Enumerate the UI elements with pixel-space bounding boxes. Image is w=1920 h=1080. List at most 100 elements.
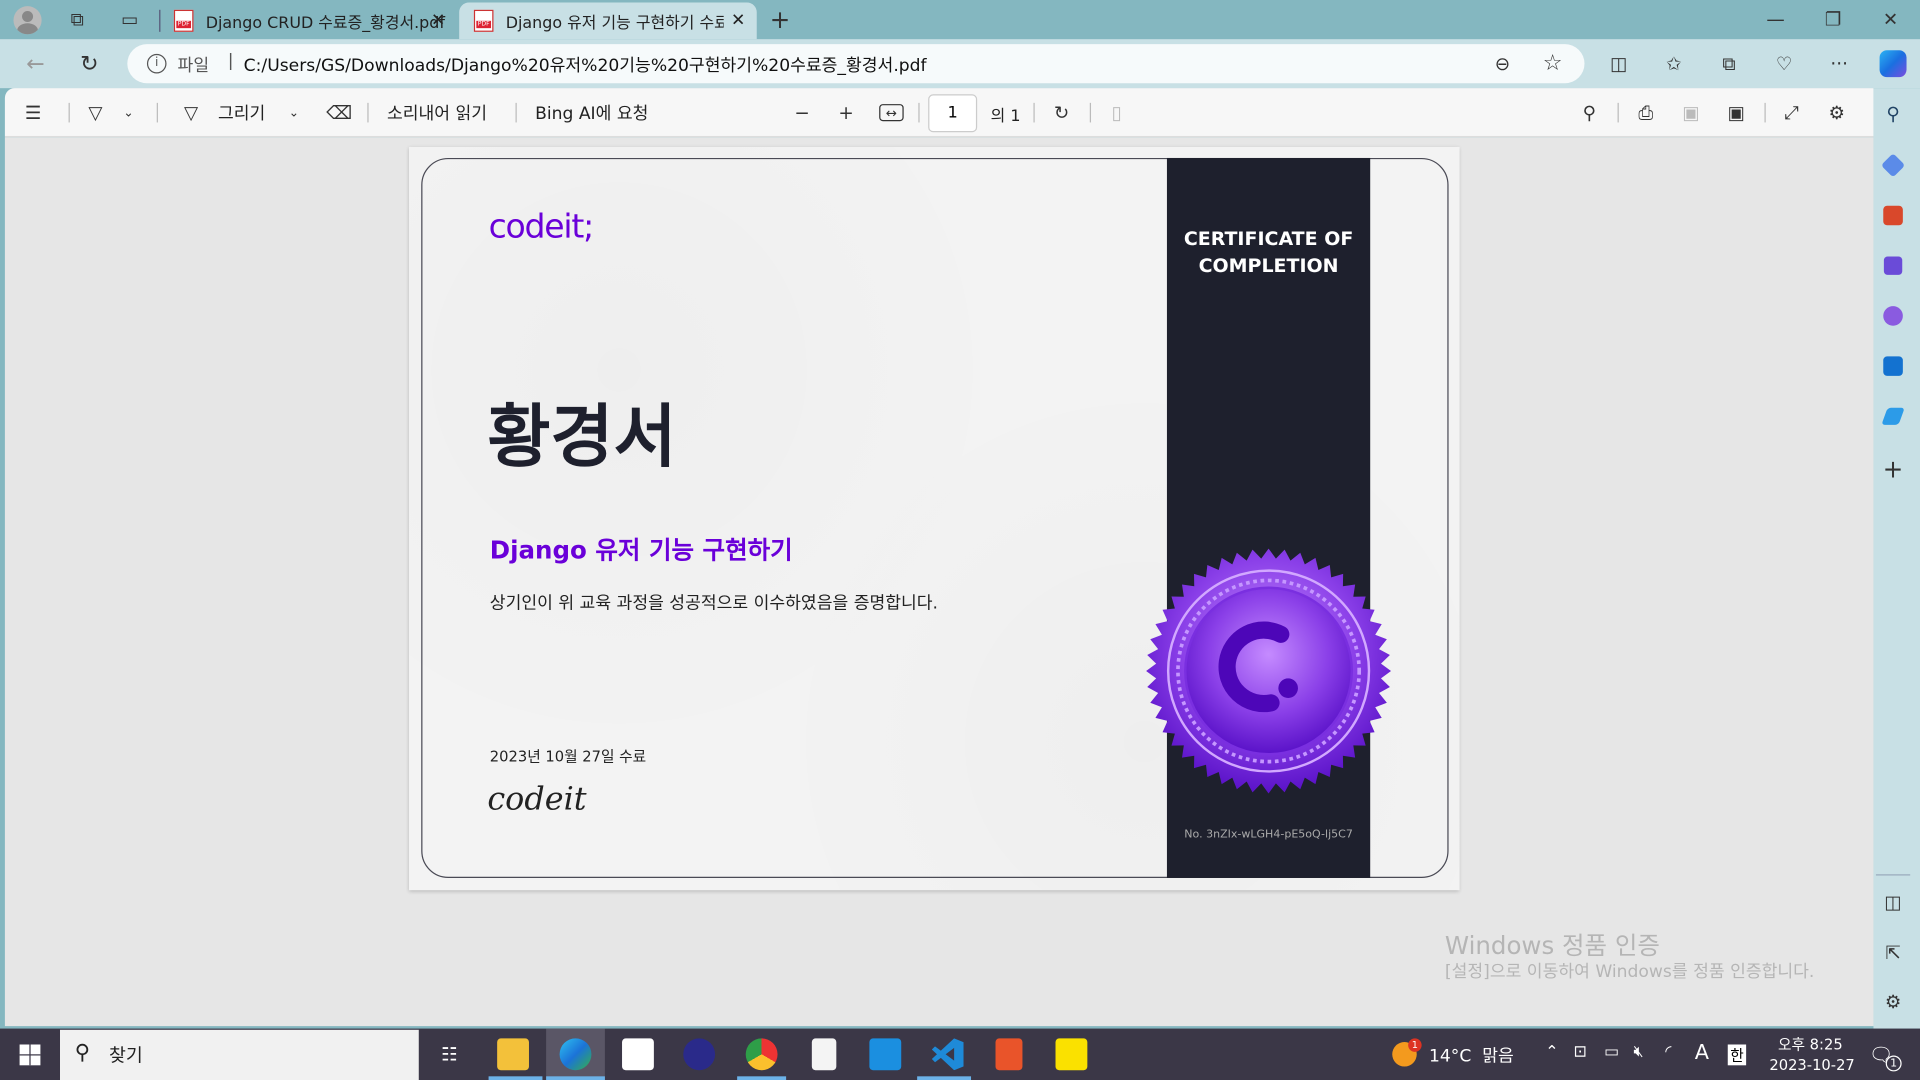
active-indicator [546,1076,605,1080]
volume-muted-icon[interactable]: 🔇︎ [1633,1043,1643,1061]
contents-icon[interactable]: ☰ [21,100,45,124]
page-total-label: 의 1 [990,107,1021,127]
activation-watermark-subtitle: [설정]으로 이동하여 Windows를 정품 인증합니다. [1444,962,1815,983]
sidebar-search-icon[interactable]: ⚲ [1881,102,1905,126]
refresh-icon[interactable]: ↻ [76,50,103,77]
divider: | [227,51,234,72]
tab-actions-icon[interactable]: ▭ [118,7,142,31]
tab-label: Django CRUD 수료증_황경서.pdf [205,14,445,33]
ime-language-indicator[interactable]: 한 [1727,1044,1747,1066]
more-icon[interactable]: ··· [1827,51,1851,75]
edge-icon[interactable] [559,1038,592,1071]
back-icon[interactable]: ← [22,50,49,77]
clock-date[interactable]: 2023-10-27 [1769,1057,1854,1074]
page-view-icon[interactable]: ▯ [1104,100,1128,124]
chevron-down-icon[interactable]: ⌄ [285,103,302,123]
mail-icon[interactable] [869,1038,902,1071]
activation-watermark-title: Windows 정품 인증 [1444,930,1660,961]
completion-date: 2023년 10월 27일 수료 [489,748,647,766]
favorites-icon[interactable]: ✩ [1662,51,1686,75]
fullscreen-icon[interactable]: ⤢ [1779,100,1803,124]
weather-text[interactable]: 14°C 맑음 [1429,1043,1514,1067]
ubuntu-icon[interactable] [995,1038,1023,1071]
favorite-star-icon[interactable]: ☆ [1540,50,1564,76]
zoom-out-icon[interactable]: − [790,100,814,124]
ime-mode-indicator[interactable]: A [1695,1041,1709,1065]
app-icon[interactable] [683,1038,716,1071]
new-tab-icon[interactable]: + [767,5,794,34]
active-indicator [737,1076,787,1080]
notification-count: 1 [1885,1055,1902,1072]
copilot-icon[interactable] [1879,50,1907,78]
recipient-name: 황경서 [487,397,677,478]
restore-icon[interactable]: ❐ [1821,7,1845,31]
show-hidden-icons-icon[interactable]: ⌃ [1545,1043,1558,1061]
sidebar-games-icon[interactable] [1883,256,1903,275]
sidebar-outlook-icon[interactable] [1883,356,1903,376]
eraser-icon[interactable]: ⌫ [326,100,352,124]
save-as-icon[interactable]: ▣ [1724,100,1748,124]
rotate-icon[interactable]: ↻ [1049,100,1073,124]
network-device-icon[interactable]: ⊡ [1573,1043,1586,1061]
minimize-icon[interactable]: — [1763,7,1787,31]
wifi-icon[interactable]: ◜ [1665,1043,1671,1061]
divider [156,102,158,123]
signature: codeit [487,781,587,818]
highlight-icon[interactable]: ▽ [83,100,107,124]
divider [367,102,369,123]
microsoft-store-icon[interactable] [622,1038,654,1071]
profile-avatar[interactable] [13,6,42,35]
fit-width-icon[interactable]: ↔ [879,104,904,122]
ask-bing-button[interactable]: Bing AI에 요청 [535,100,648,124]
info-icon[interactable]: i [146,53,167,74]
collections-icon[interactable]: ⧉ [1717,51,1741,75]
print-icon[interactable]: ⎙ [1633,100,1657,124]
chrome-icon[interactable] [745,1038,778,1071]
certificate-serial: No. 3nZIx-wLGH4-pE5oQ-lj5C7 [1184,828,1353,842]
url-text[interactable]: C:/Users/GS/Downloads/Django%20유저%20기능%2… [244,53,927,77]
address-bar[interactable]: i 파일 | C:/Users/GS/Downloads/Django%20유저… [127,44,1585,84]
settings-icon[interactable]: ⚙ [1824,100,1848,124]
notepad-icon[interactable] [811,1038,837,1071]
close-tab-icon[interactable]: ✕ [431,11,445,31]
zoom-out-icon[interactable]: ⊖ [1490,51,1514,75]
task-view-icon[interactable]: ☷ [436,1041,463,1068]
divider [1033,102,1035,123]
draw-icon[interactable]: ▽ [179,100,203,124]
start-button[interactable] [19,1044,41,1066]
sidebar-hide-icon[interactable]: ◫ [1881,890,1905,914]
draw-button[interactable]: 그리기 [218,100,265,124]
pdf-icon [173,9,194,32]
file-explorer-icon[interactable] [497,1038,529,1071]
kakaotalk-icon[interactable] [1055,1038,1088,1071]
save-icon[interactable]: ▣ [1679,100,1703,124]
clock-time[interactable]: 오후 8:25 [1778,1033,1843,1054]
pdf-page: codeit; 황경서 Django 유저 기능 구현하기 상기인이 위 교육 … [408,146,1460,891]
chevron-down-icon[interactable]: ⌄ [120,103,137,123]
divider [1617,102,1619,123]
divider [918,102,920,123]
sidebar-add-icon[interactable]: + [1881,454,1905,483]
search-icon[interactable]: ⚲ [1577,100,1601,124]
sidebar-settings-icon[interactable]: ⚙ [1881,989,1905,1013]
taskbar-search[interactable]: ⚲ 찾기 [60,1029,419,1080]
divider [515,102,517,123]
weather-badge: 1 [1408,1038,1422,1052]
sidebar-tools-icon[interactable] [1883,205,1903,226]
zoom-in-icon[interactable]: + [834,100,858,124]
edge-sidebar [1873,88,1920,1029]
tab-django-crud[interactable]: Django CRUD 수료증_황경서.pdf ✕ [159,2,453,39]
sidebar-open-external-icon[interactable]: ⇱ [1881,940,1905,964]
browser-essentials-icon[interactable]: ♡ [1772,51,1796,75]
sidebar-office-icon[interactable] [1883,306,1903,326]
split-screen-icon[interactable]: ◫ [1607,51,1631,75]
active-indicator [488,1076,543,1080]
close-window-icon[interactable]: ✕ [1878,7,1902,31]
tab-django-user[interactable]: Django 유저 기능 구현하기 수료증 ✕ [459,2,757,40]
codeit-logo: codeit; [488,208,595,247]
workspaces-icon[interactable]: ⧉ [65,7,89,31]
close-tab-icon[interactable]: ✕ [731,11,745,31]
battery-icon[interactable]: ▭ [1604,1043,1619,1061]
read-aloud-button[interactable]: 소리내어 읽기 [387,100,487,124]
page-number-input[interactable]: 1 [928,94,978,133]
